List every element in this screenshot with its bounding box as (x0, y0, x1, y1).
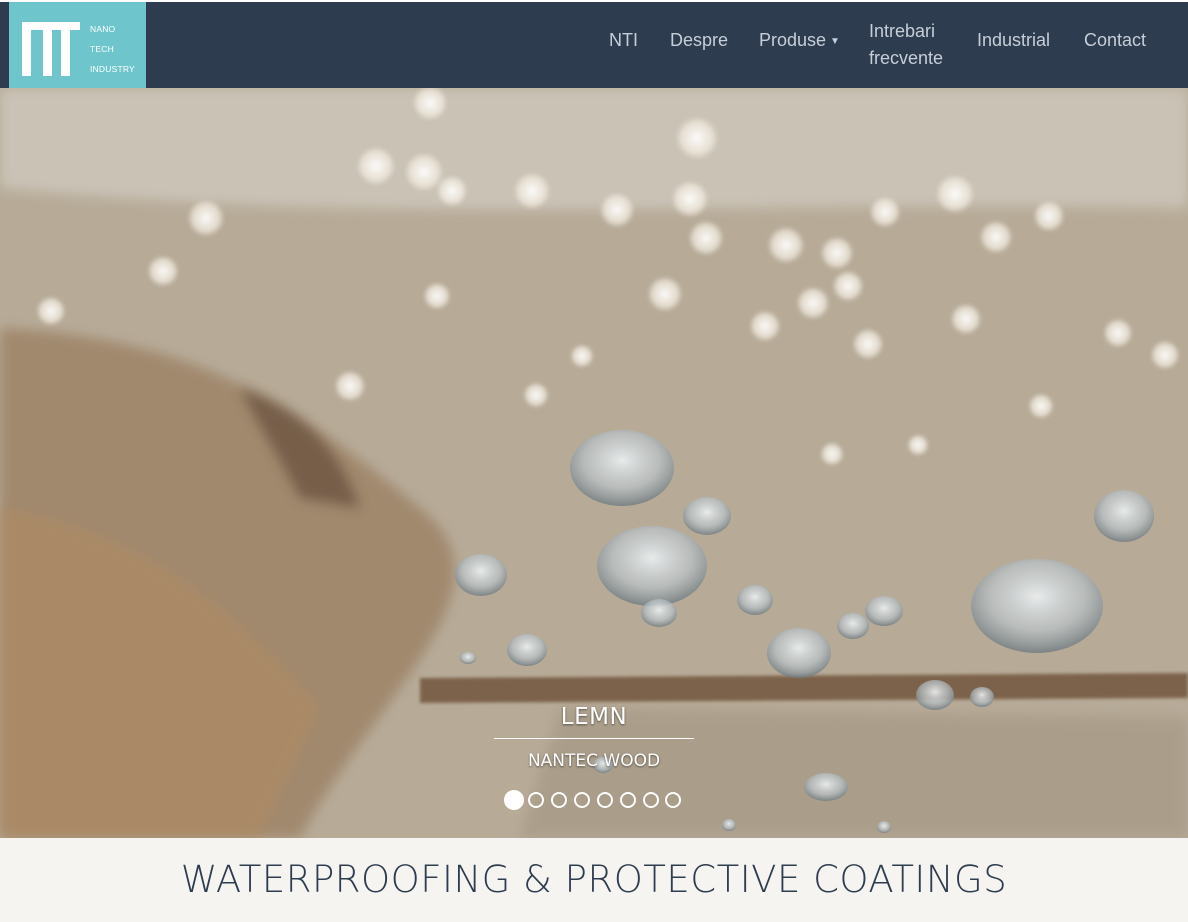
carousel-dot[interactable] (643, 792, 659, 808)
hero-carousel[interactable]: LEMN NANTEC WOOD (0, 88, 1188, 838)
logo-word: NANO (90, 24, 116, 34)
logo-word: INDUSTRY (90, 64, 135, 74)
nav-item-contact[interactable]: Contact (1084, 30, 1146, 51)
top-navbar: NANO TECH INDUSTRY NTI Despre Produse ▼ I… (0, 2, 1188, 88)
nav-item-nti[interactable]: NTI (609, 30, 638, 51)
carousel-dot[interactable] (528, 792, 544, 808)
nav-item-label-line: frecvente (869, 48, 944, 68)
caret-down-icon: ▼ (830, 36, 840, 47)
tagline-heading: WATERPROOFING & PROTECTIVE COATINGS (180, 858, 1008, 901)
carousel-dot[interactable] (574, 792, 590, 808)
nav-item-label: NTI (609, 30, 638, 50)
nav-item-label: Produse (759, 30, 827, 50)
nav-item-industrial[interactable]: Industrial (977, 30, 1050, 51)
nav-item-label-line: Intrebari (869, 21, 936, 41)
logo-word: TECH (90, 44, 114, 54)
nav-item-intrebari-frecvente[interactable]: Intrebari frecvente (869, 18, 943, 72)
carousel-dot[interactable] (620, 792, 636, 808)
carousel-dot[interactable] (597, 792, 613, 808)
carousel-dot[interactable] (665, 792, 681, 808)
nti-logo-icon (22, 22, 80, 76)
carousel-dot[interactable] (504, 790, 524, 810)
logo-wordmark: NANO TECH INDUSTRY (90, 19, 135, 79)
slide-subtitle: NANTEC WOOD (527, 751, 661, 771)
caption-divider (494, 738, 694, 739)
nav-item-label: Industrial (977, 30, 1051, 50)
carousel-dot[interactable] (551, 792, 567, 808)
nav-item-label: Despre (670, 30, 729, 50)
tagline-section: WATERPROOFING & PROTECTIVE COATINGS (0, 838, 1188, 906)
nav-item-label: Contact (1084, 30, 1147, 50)
nav-item-produse[interactable]: Produse ▼ (759, 30, 840, 51)
slide-caption: LEMN NANTEC WOOD (494, 700, 694, 771)
slide-title: LEMN (560, 704, 628, 730)
nav-item-despre[interactable]: Despre (670, 30, 728, 51)
logo-link[interactable]: NANO TECH INDUSTRY (9, 2, 146, 88)
